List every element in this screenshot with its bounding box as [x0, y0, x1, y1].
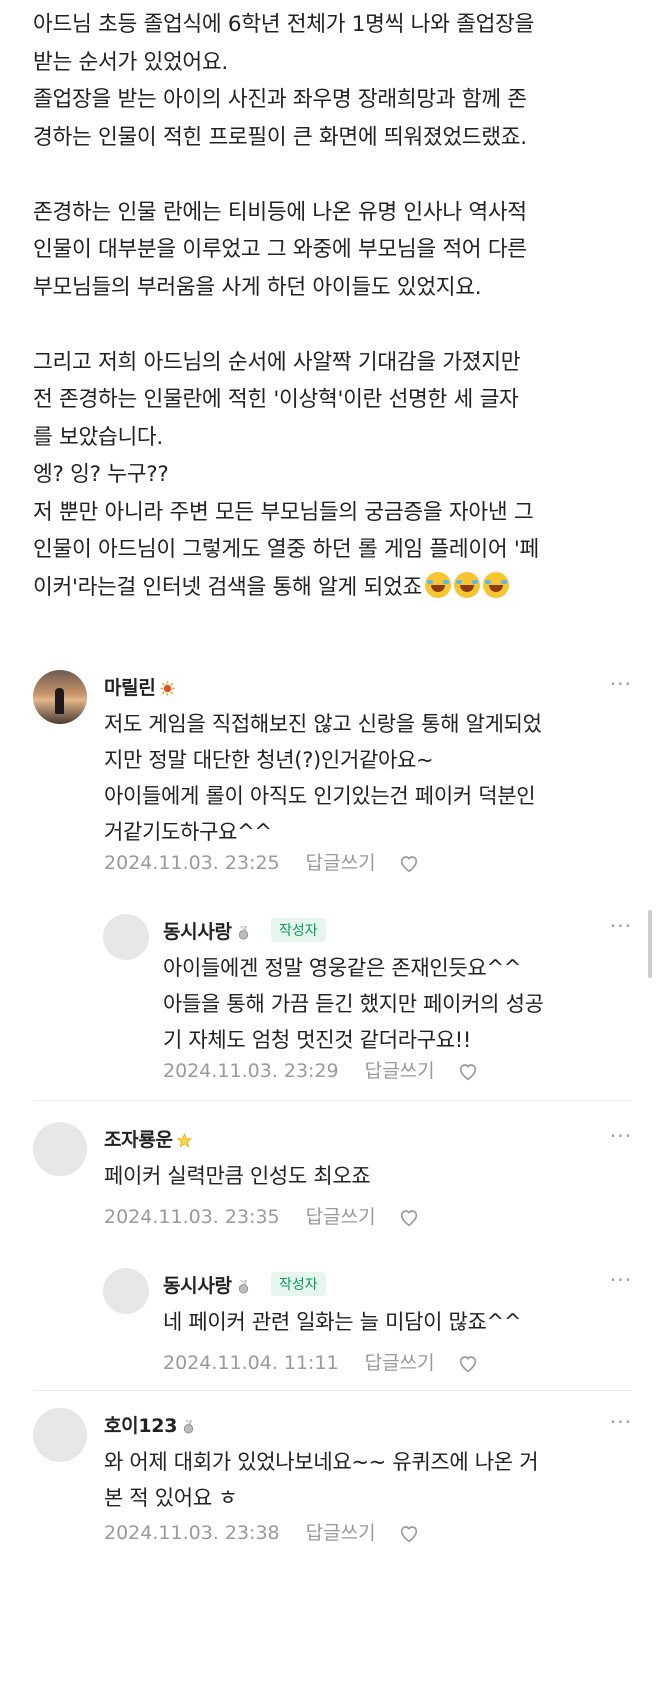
- comment-nickname[interactable]: 호이123: [104, 1411, 196, 1438]
- comment-text: 저도 게임을 직접해보진 않고 신랑을 통해 알게되었 지만 정말 대단한 청년…: [104, 712, 542, 844]
- comment-date: 2024.11.04. 11:11: [163, 1352, 339, 1374]
- reply-button[interactable]: 답글쓰기: [365, 1352, 435, 1374]
- avatar[interactable]: [33, 1408, 87, 1462]
- reply-button[interactable]: 답글쓰기: [365, 1060, 435, 1082]
- medal-badge-icon: [238, 925, 248, 940]
- heart-icon[interactable]: [457, 1060, 479, 1082]
- sun-badge-icon: [160, 681, 175, 696]
- post-body: 아드님 초등 졸업식에 6학년 전체가 1명씩 나와 졸업장을 받는 순서가 있…: [33, 6, 643, 606]
- post-paragraph-1: 아드님 초등 졸업식에 6학년 전체가 1명씩 나와 졸업장을 받는 순서가 있…: [33, 12, 535, 150]
- author-badge: 작성자: [271, 1272, 326, 1296]
- tears-of-joy-emoji-icon: [482, 571, 509, 598]
- tears-of-joy-emoji-icon: [453, 571, 480, 598]
- comment-nickname[interactable]: 마릴린: [104, 673, 175, 700]
- heart-icon[interactable]: [398, 1522, 420, 1544]
- comment-meta: 2024.11.03. 23:29 답글쓰기: [163, 1056, 479, 1083]
- comment-date: 2024.11.03. 23:29: [163, 1060, 339, 1082]
- star-badge-icon: [176, 1133, 192, 1148]
- heart-icon[interactable]: [398, 1206, 420, 1228]
- more-options-icon[interactable]: ···: [610, 914, 632, 938]
- reply-button[interactable]: 답글쓰기: [306, 1206, 376, 1228]
- medal-badge-icon: [183, 1419, 194, 1434]
- tears-of-joy-emoji-icon: [424, 571, 451, 598]
- more-options-icon[interactable]: ···: [610, 1124, 632, 1148]
- comment-meta: 2024.11.03. 23:25 답글쓰기: [104, 848, 420, 875]
- comment-meta: 2024.11.03. 23:35 답글쓰기: [104, 1202, 420, 1229]
- scrollbar[interactable]: [648, 910, 652, 978]
- heart-icon[interactable]: [398, 852, 420, 874]
- comment-text: 아이들에겐 정말 영웅같은 존재인듯요^^ 아들을 통해 가끔 듣긴 했지만 페…: [163, 956, 544, 1052]
- more-options-icon[interactable]: ···: [610, 1268, 632, 1292]
- author-badge: 작성자: [271, 918, 326, 942]
- medal-badge-icon: [238, 1279, 248, 1294]
- comment-text: 네 페이커 관련 일화는 늘 미담이 많죠^^: [163, 1310, 522, 1334]
- comment-nickname[interactable]: 조자룡운: [104, 1125, 192, 1152]
- post-paragraph-3: 그리고 저희 아드님의 순서에 사알짝 기대감을 가졌지만 전 존경하는 인물란…: [33, 344, 643, 607]
- comment-date: 2024.11.03. 23:35: [104, 1206, 280, 1228]
- comment-nickname[interactable]: 동시사랑: [163, 1271, 251, 1298]
- avatar[interactable]: [103, 1268, 149, 1314]
- post-paragraph-2: 존경하는 인물 란에는 티비등에 나온 유명 인사나 역사적 인물이 대부분을 …: [33, 199, 527, 300]
- heart-icon[interactable]: [457, 1352, 479, 1374]
- reply-button[interactable]: 답글쓰기: [306, 1522, 376, 1544]
- reply-button[interactable]: 답글쓰기: [306, 852, 376, 874]
- avatar[interactable]: [103, 914, 149, 960]
- divider: [33, 1100, 632, 1101]
- more-options-icon[interactable]: ···: [610, 672, 632, 696]
- avatar[interactable]: [33, 1122, 87, 1176]
- post-paragraph-3-text: 그리고 저희 아드님의 순서에 사알짝 기대감을 가졌지만 전 존경하는 인물란…: [33, 349, 539, 600]
- comment-date: 2024.11.03. 23:25: [104, 852, 280, 874]
- comment-text: 페이커 실력만큼 인성도 최오죠: [104, 1164, 371, 1188]
- comment-text: 와 어제 대회가 있었나보네요~~ 유퀴즈에 나온 거 본 적 있어요 ㅎ: [104, 1450, 539, 1510]
- comment-nickname[interactable]: 동시사랑: [163, 917, 251, 944]
- comment-meta: 2024.11.04. 11:11 답글쓰기: [163, 1348, 479, 1375]
- divider: [33, 1390, 632, 1391]
- comment-date: 2024.11.03. 23:38: [104, 1522, 280, 1544]
- avatar[interactable]: [33, 670, 87, 724]
- more-options-icon[interactable]: ···: [610, 1410, 632, 1434]
- comment-meta: 2024.11.03. 23:38 답글쓰기: [104, 1518, 420, 1545]
